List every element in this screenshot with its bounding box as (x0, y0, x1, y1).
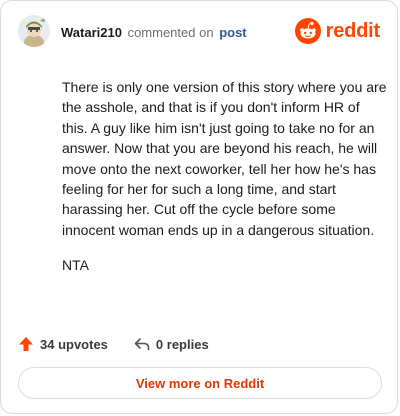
upvote-button[interactable]: 34 upvotes (18, 336, 108, 352)
avatar[interactable] (18, 15, 50, 47)
username[interactable]: Watari210 (61, 25, 122, 40)
comment-paragraph: There is only one version of this story … (62, 79, 387, 238)
reply-arrow-icon (134, 338, 150, 351)
comment-body: There is only one version of this story … (62, 77, 387, 291)
reddit-brand[interactable]: reddit (294, 17, 381, 45)
view-more-button[interactable]: View more on Reddit (18, 367, 382, 399)
reddit-logo-icon (294, 18, 321, 44)
comment-header: Watari210 commented on post reddit (18, 15, 380, 55)
reply-count: 0 replies (155, 336, 209, 352)
comment-embed-card: Watari210 commented on post reddit There… (0, 0, 398, 414)
commented-on-text: commented on (127, 25, 214, 40)
comment-actions: 34 upvotes 0 replies (18, 333, 209, 355)
reddit-wordmark: reddit (325, 19, 381, 42)
avatar-image-icon (18, 15, 50, 47)
post-link[interactable]: post (219, 25, 246, 40)
comment-paragraph: NTA (62, 257, 89, 274)
upvote-count: 34 upvotes (40, 336, 108, 352)
upvote-arrow-icon (19, 337, 33, 351)
reply-button[interactable]: 0 replies (134, 337, 209, 352)
comment-meta: Watari210 commented on post (61, 25, 247, 41)
